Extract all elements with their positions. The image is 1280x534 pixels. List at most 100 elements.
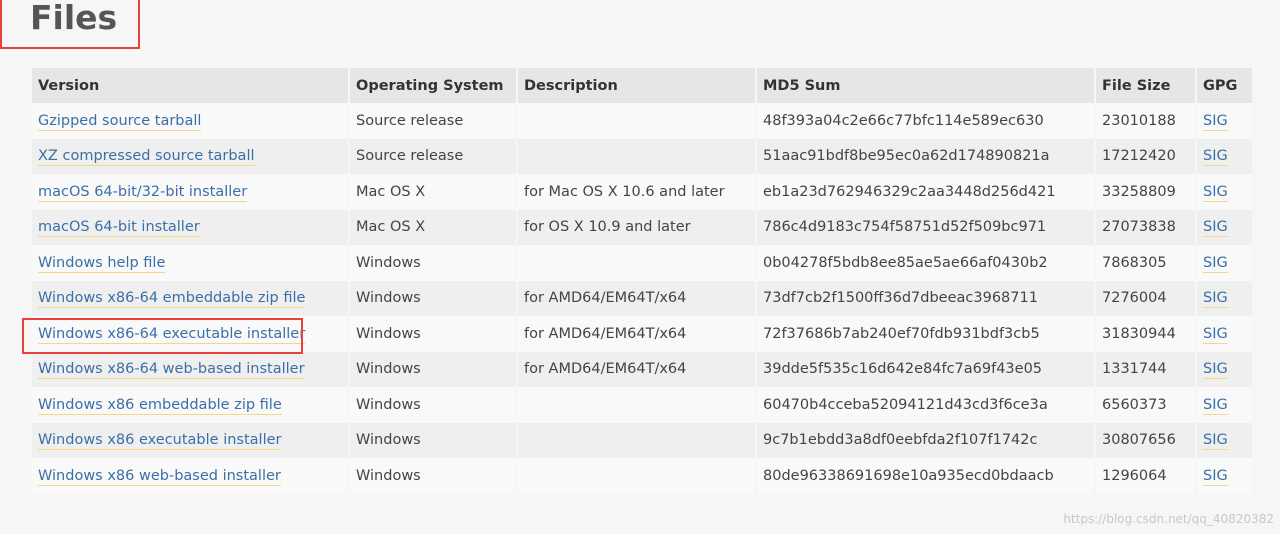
gpg-column-cell: SIG bbox=[1197, 458, 1252, 494]
file-size-cell: 6560373 bbox=[1102, 396, 1167, 413]
version-column-cell: Windows x86-64 web-based installer bbox=[32, 351, 348, 387]
md5-column-cell: 39dde5f535c16d642e84fc7a69f43e05 bbox=[757, 351, 1094, 387]
os-column-cell: Source release bbox=[350, 138, 516, 174]
size-column-cell: 7868305 bbox=[1096, 245, 1195, 281]
desc-column-cell bbox=[518, 138, 755, 174]
os-cell: Source release bbox=[356, 112, 464, 129]
watermark: https://blog.csdn.net/qq_40820382 bbox=[1063, 512, 1274, 526]
md5-column-cell: 48f393a04c2e66c77bfc114e589ec630 bbox=[757, 103, 1094, 139]
md5-cell: 51aac91bdf8be95ec0a62d174890821a bbox=[763, 148, 1050, 165]
version-column-cell: macOS 64-bit installer bbox=[32, 209, 348, 245]
version-link[interactable]: Windows x86-64 web-based installer bbox=[38, 361, 305, 380]
gpg-sig-link[interactable]: SIG bbox=[1203, 396, 1228, 415]
column-header-operating-system: Operating System bbox=[350, 68, 516, 103]
table-row: macOS 64-bit installer Mac OS X for OS X 1… bbox=[32, 209, 1252, 245]
file-size-cell: 23010188 bbox=[1102, 112, 1176, 129]
version-link[interactable]: Windows x86 executable installer bbox=[38, 432, 282, 451]
description-cell: for OS X 10.9 and later bbox=[524, 219, 691, 236]
os-cell: Windows bbox=[356, 325, 421, 342]
os-cell: Windows bbox=[356, 396, 421, 413]
description-cell: for Mac OS X 10.6 and later bbox=[524, 183, 725, 200]
table-row: XZ compressed source tarball Source relea… bbox=[32, 138, 1252, 174]
version-link[interactable]: macOS 64-bit installer bbox=[38, 219, 200, 238]
desc-column-cell bbox=[518, 103, 755, 139]
gpg-sig-link[interactable]: SIG bbox=[1203, 467, 1228, 486]
md5-cell: 73df7cb2f1500ff36d7dbeeac3968711 bbox=[763, 290, 1038, 307]
os-column-cell: Source release bbox=[350, 103, 516, 139]
version-link[interactable]: Gzipped source tarball bbox=[38, 112, 202, 131]
version-column-cell: Windows x86 executable installer bbox=[32, 422, 348, 458]
gpg-column-cell: SIG bbox=[1197, 316, 1252, 352]
gpg-column-cell: SIG bbox=[1197, 174, 1252, 210]
md5-cell: 60470b4cceba52094121d43cd3f6ce3a bbox=[763, 396, 1048, 413]
files-table: Version Operating System Description MD5… bbox=[30, 68, 1254, 494]
version-link[interactable]: Windows x86 web-based installer bbox=[38, 467, 281, 486]
size-column-cell: 23010188 bbox=[1096, 103, 1195, 139]
version-column-cell: macOS 64-bit/32-bit installer bbox=[32, 174, 348, 210]
file-size-cell: 27073838 bbox=[1102, 219, 1176, 236]
version-link[interactable]: Windows x86-64 embeddable zip file bbox=[38, 290, 306, 309]
gpg-sig-link[interactable]: SIG bbox=[1203, 361, 1228, 380]
description-cell: for AMD64/EM64T/x64 bbox=[524, 290, 687, 307]
gpg-sig-link[interactable]: SIG bbox=[1203, 183, 1228, 202]
gpg-column-cell: SIG bbox=[1197, 280, 1252, 316]
os-cell: Source release bbox=[356, 148, 464, 165]
os-column-cell: Mac OS X bbox=[350, 174, 516, 210]
gpg-column-cell: SIG bbox=[1197, 351, 1252, 387]
size-column-cell: 33258809 bbox=[1096, 174, 1195, 210]
os-column-cell: Windows bbox=[350, 245, 516, 281]
gpg-sig-link[interactable]: SIG bbox=[1203, 290, 1228, 309]
table-row: Windows x86-64 web-based installer Window… bbox=[32, 351, 1252, 387]
version-column-cell: Windows x86 web-based installer bbox=[32, 458, 348, 494]
title-highlight-box bbox=[0, 0, 140, 49]
version-column-cell: XZ compressed source tarball bbox=[32, 138, 348, 174]
gpg-column-cell: SIG bbox=[1197, 209, 1252, 245]
os-cell: Windows bbox=[356, 254, 421, 271]
file-size-cell: 7276004 bbox=[1102, 290, 1167, 307]
md5-column-cell: 51aac91bdf8be95ec0a62d174890821a bbox=[757, 138, 1094, 174]
version-column-cell: Windows x86 embeddable zip file bbox=[32, 387, 348, 423]
description-cell: for AMD64/EM64T/x64 bbox=[524, 325, 687, 342]
version-link[interactable]: Windows x86 embeddable zip file bbox=[38, 396, 282, 415]
md5-cell: 9c7b1ebdd3a8df0eebfda2f107f1742c bbox=[763, 432, 1038, 449]
md5-cell: 0b04278f5bdb8ee85ae5ae66af0430b2 bbox=[763, 254, 1048, 271]
gpg-sig-link[interactable]: SIG bbox=[1203, 432, 1228, 451]
version-link[interactable]: XZ compressed source tarball bbox=[38, 148, 255, 167]
md5-cell: 786c4d9183c754f58751d52f509bc971 bbox=[763, 219, 1047, 236]
size-column-cell: 30807656 bbox=[1096, 422, 1195, 458]
md5-column-cell: 786c4d9183c754f58751d52f509bc971 bbox=[757, 209, 1094, 245]
size-column-cell: 1331744 bbox=[1096, 351, 1195, 387]
os-column-cell: Windows bbox=[350, 316, 516, 352]
file-size-cell: 1296064 bbox=[1102, 467, 1167, 484]
file-size-cell: 17212420 bbox=[1102, 148, 1176, 165]
md5-column-cell: 0b04278f5bdb8ee85ae5ae66af0430b2 bbox=[757, 245, 1094, 281]
size-column-cell: 6560373 bbox=[1096, 387, 1195, 423]
table-row: Windows x86-64 embeddable zip file Window… bbox=[32, 280, 1252, 316]
md5-column-cell: 73df7cb2f1500ff36d7dbeeac3968711 bbox=[757, 280, 1094, 316]
size-column-cell: 31830944 bbox=[1096, 316, 1195, 352]
os-cell: Windows bbox=[356, 290, 421, 307]
gpg-sig-link[interactable]: SIG bbox=[1203, 254, 1228, 273]
gpg-sig-link[interactable]: SIG bbox=[1203, 112, 1228, 131]
column-header-gpg: GPG bbox=[1197, 68, 1252, 103]
file-size-cell: 7868305 bbox=[1102, 254, 1167, 271]
size-column-cell: 1296064 bbox=[1096, 458, 1195, 494]
column-header-md5-sum: MD5 Sum bbox=[757, 68, 1094, 103]
file-size-cell: 1331744 bbox=[1102, 361, 1167, 378]
md5-column-cell: 9c7b1ebdd3a8df0eebfda2f107f1742c bbox=[757, 422, 1094, 458]
md5-cell: 39dde5f535c16d642e84fc7a69f43e05 bbox=[763, 361, 1043, 378]
gpg-sig-link[interactable]: SIG bbox=[1203, 219, 1228, 238]
gpg-sig-link[interactable]: SIG bbox=[1203, 325, 1228, 344]
os-cell: Mac OS X bbox=[356, 219, 426, 236]
os-column-cell: Windows bbox=[350, 351, 516, 387]
os-cell: Mac OS X bbox=[356, 183, 426, 200]
version-link[interactable]: macOS 64-bit/32-bit installer bbox=[38, 183, 248, 202]
desc-column-cell: for Mac OS X 10.6 and later bbox=[518, 174, 755, 210]
size-column-cell: 7276004 bbox=[1096, 280, 1195, 316]
version-link[interactable]: Windows help file bbox=[38, 254, 166, 273]
desc-column-cell: for OS X 10.9 and later bbox=[518, 209, 755, 245]
column-header-description: Description bbox=[518, 68, 755, 103]
gpg-sig-link[interactable]: SIG bbox=[1203, 148, 1228, 167]
os-cell: Windows bbox=[356, 432, 421, 449]
desc-column-cell: for AMD64/EM64T/x64 bbox=[518, 316, 755, 352]
